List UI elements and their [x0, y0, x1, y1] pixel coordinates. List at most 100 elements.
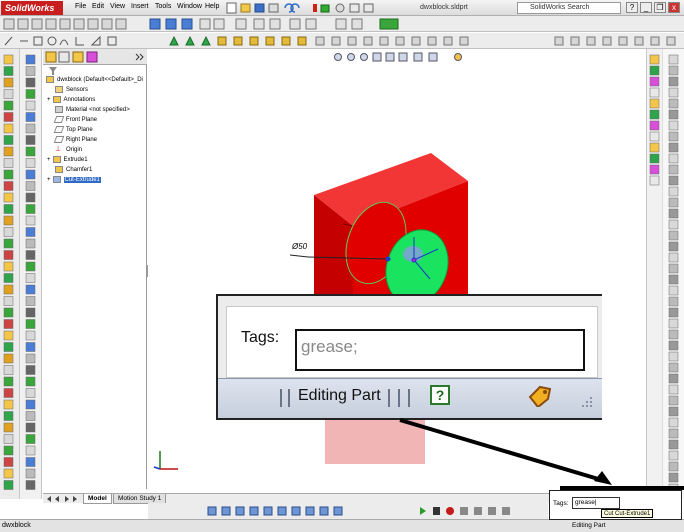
help-button[interactable]: ? [626, 2, 638, 13]
toolbar-icon[interactable] [3, 54, 14, 65]
toolbar-icon[interactable] [649, 98, 660, 109]
tags-input[interactable]: grease; [295, 329, 585, 371]
toolbar-icon[interactable] [668, 439, 679, 450]
toolbar-icon[interactable] [668, 450, 679, 461]
toolbar-icon[interactable] [25, 169, 36, 180]
toolbar-icon[interactable] [649, 54, 660, 65]
toolbar-icon[interactable] [25, 342, 36, 352]
tree-item-right-plane[interactable]: Right Plane [53, 135, 97, 145]
toolbar-icon[interactable] [25, 296, 36, 306]
menu-insert[interactable]: Insert [131, 3, 149, 10]
toolbar-icon[interactable] [25, 284, 36, 295]
resize-grip-icon[interactable] [578, 395, 594, 411]
toolbar-icon[interactable] [3, 319, 14, 329]
toolbar-icon[interactable] [3, 273, 14, 283]
diameter-dimension[interactable]: Ø50 [292, 242, 307, 251]
toolbar-icon[interactable] [25, 468, 36, 479]
tree-item-origin[interactable]: ⊥ Origin [55, 145, 82, 155]
toolbar-icon[interactable] [668, 406, 679, 417]
close-button[interactable]: x [668, 2, 680, 13]
toolbar-icon[interactable] [25, 399, 36, 410]
tree-item-top-plane[interactable]: Top Plane [53, 125, 93, 135]
tree-item-cut-extrude1[interactable]: + Cut-Extrude1 [47, 175, 101, 185]
toolbar-icon[interactable] [668, 329, 679, 340]
tag-icon[interactable] [528, 385, 552, 409]
minimize-button[interactable]: _ [640, 2, 652, 13]
toolbar-icon[interactable] [25, 146, 36, 157]
toolbar-icon[interactable] [3, 284, 14, 295]
toolbar-icon[interactable] [25, 100, 36, 111]
toolbar-icon[interactable] [3, 468, 14, 479]
toolbar-icon[interactable] [668, 285, 679, 296]
toolbar-icon[interactable] [649, 87, 660, 98]
toolbar-icon[interactable] [3, 112, 14, 122]
standard-toolbar-icons[interactable] [225, 2, 410, 14]
toolbar-icon[interactable] [668, 186, 679, 197]
bottom-toolbar-icons[interactable] [148, 503, 548, 519]
toolbar-icon[interactable] [25, 388, 36, 398]
toolbar-icon[interactable] [3, 158, 14, 168]
toolbar-icon[interactable] [25, 227, 36, 237]
toolbar-icon[interactable] [25, 365, 36, 375]
toolbar-icon[interactable] [25, 123, 36, 134]
sketch-toolbar-icons[interactable] [0, 16, 684, 32]
toolbar-icon[interactable] [3, 376, 14, 387]
toolbar-icon[interactable] [668, 296, 679, 307]
task-pane-icons[interactable] [647, 49, 663, 499]
toolbar-icon[interactable] [668, 307, 679, 318]
toolbar-icon[interactable] [3, 296, 14, 306]
toolbar-icon[interactable] [3, 422, 14, 433]
toolbar-icon[interactable] [3, 238, 14, 249]
toolbar-icon[interactable] [3, 307, 14, 318]
tab-scroll-icons[interactable] [45, 495, 81, 503]
toolbar-icon[interactable] [668, 109, 679, 120]
toolbar-icon[interactable] [668, 197, 679, 208]
menu-tools[interactable]: Tools [155, 3, 171, 10]
toolbar-icon[interactable] [25, 112, 36, 122]
toolbar-icon[interactable] [668, 230, 679, 241]
menu-window[interactable]: Window [177, 3, 202, 10]
toolbar-icon[interactable] [25, 319, 36, 329]
toolbar-icon[interactable] [25, 261, 36, 272]
toolbar-icon[interactable] [668, 219, 679, 230]
restore-button[interactable]: ❐ [654, 2, 666, 13]
toolbar-icon[interactable] [668, 274, 679, 285]
toolbar-icon[interactable] [3, 215, 14, 226]
toolbar-icon[interactable] [649, 164, 660, 175]
toolbar-icon[interactable] [3, 445, 14, 456]
toolbar-icon[interactable] [668, 428, 679, 439]
menu-help[interactable]: Help [205, 3, 219, 10]
tree-item-extrude1[interactable]: + Extrude1 [47, 155, 88, 165]
tree-tab-icons[interactable] [43, 49, 147, 65]
toolbar-icon[interactable] [25, 307, 36, 318]
toolbar-icon[interactable] [3, 77, 14, 88]
tree-item-sensors[interactable]: Sensors [55, 85, 88, 95]
toolbar-icon[interactable] [3, 434, 14, 444]
toolbar-icon[interactable] [668, 318, 679, 329]
toolbar-icon[interactable] [25, 376, 36, 387]
toolbar-icon[interactable] [3, 100, 14, 111]
toolbar-icon[interactable] [25, 434, 36, 444]
toolbar-icon[interactable] [649, 65, 660, 76]
toolbar-icon[interactable] [25, 330, 36, 341]
tree-item-front-plane[interactable]: Front Plane [53, 115, 97, 125]
toolbar-icon[interactable] [25, 238, 36, 249]
toolbar-icon[interactable] [668, 76, 679, 87]
toolbar-icon[interactable] [3, 399, 14, 410]
tab-model[interactable]: Model [83, 494, 112, 504]
toolbar-icon[interactable] [3, 204, 14, 214]
menu-edit[interactable]: Edit [92, 3, 104, 10]
toolbar-icon[interactable] [25, 89, 36, 99]
toolbar-icon[interactable] [25, 192, 36, 203]
left-toolbar-icons[interactable] [0, 49, 20, 499]
toolbar-icon[interactable] [668, 384, 679, 395]
toolbar-icon[interactable] [668, 87, 679, 98]
expand-icon[interactable]: + [47, 177, 51, 183]
menu-file[interactable]: File [75, 3, 86, 10]
toolbar-icon[interactable] [3, 457, 14, 467]
toolbar-icon[interactable] [3, 353, 14, 364]
toolbar-icon[interactable] [668, 472, 679, 483]
sketch-tool-icons[interactable] [20, 49, 42, 499]
toolbar-icon[interactable] [649, 131, 660, 142]
toolbar-icon[interactable] [25, 158, 36, 168]
